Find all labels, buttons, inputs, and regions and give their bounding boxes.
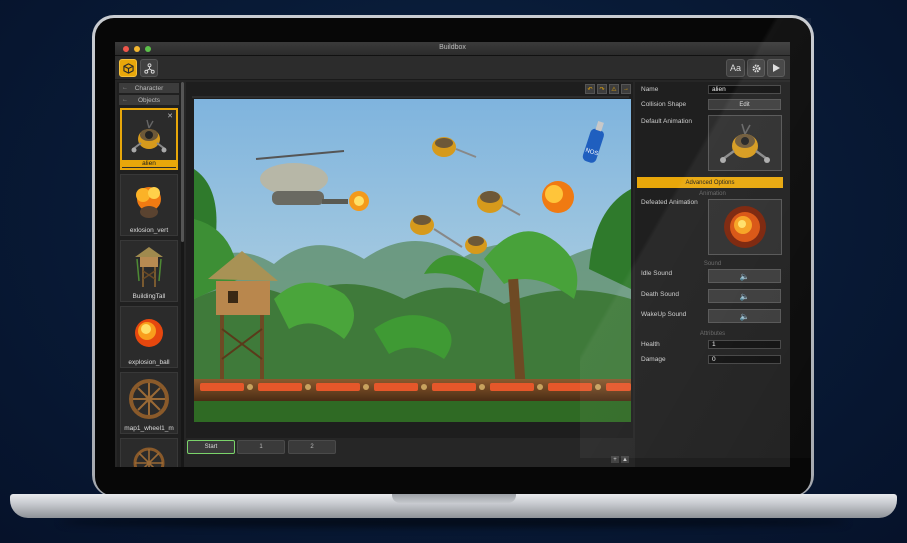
arrow-right-icon[interactable]: → bbox=[621, 84, 631, 94]
tab-character[interactable]: ← Character bbox=[119, 83, 179, 93]
close-icon[interactable]: ✕ bbox=[167, 112, 173, 120]
main-toolbar: Aa bbox=[115, 56, 790, 80]
up-icon[interactable]: ▲ bbox=[621, 456, 629, 463]
asset-item-building-tall[interactable]: BuildingTall bbox=[120, 240, 178, 302]
world-tab-controls: + ▲ bbox=[611, 456, 629, 463]
idle-sound-button[interactable]: 🔈 bbox=[708, 269, 781, 283]
explosion-icon bbox=[123, 177, 175, 224]
defeated-animation-label: Defeated Animation bbox=[641, 199, 698, 206]
asset-item-wheel-2[interactable] bbox=[120, 438, 178, 467]
asset-item-label: exlosion_vert bbox=[129, 227, 169, 234]
alien-robot-icon bbox=[720, 123, 770, 163]
speaker-icon: 🔈 bbox=[739, 311, 750, 321]
attributes-section-header: Attributes bbox=[699, 331, 726, 337]
title-bar: Buildbox bbox=[115, 42, 790, 56]
asset-item-explosion-ball[interactable]: explosion_ball bbox=[120, 306, 178, 368]
animation-section-header: Animation bbox=[699, 191, 726, 197]
warning-icon[interactable]: ⚠ bbox=[609, 84, 619, 94]
asset-item-label: alien bbox=[122, 160, 176, 167]
death-sound-label: Death Sound bbox=[641, 291, 679, 298]
scene-canvas[interactable]: ↶ ↷ ⚠ → NOS bbox=[186, 82, 633, 438]
asset-item-wheel[interactable]: map1_wheel1_m bbox=[120, 372, 178, 434]
explosion-icon bbox=[724, 206, 766, 248]
tab-objects-label: Objects bbox=[137, 96, 161, 104]
plus-icon[interactable]: + bbox=[611, 456, 619, 463]
world-tabs: Start 1 2 + ▲ bbox=[186, 440, 633, 463]
speaker-icon: 🔈 bbox=[739, 271, 750, 281]
world-tab-start[interactable]: Start bbox=[187, 440, 235, 454]
asset-panel: ← Character ← Objects ✕ alien exlosion_v… bbox=[117, 82, 181, 467]
laptop-notch bbox=[392, 494, 516, 503]
asset-item-alien[interactable]: ✕ alien bbox=[120, 108, 178, 170]
edit-collision-button[interactable]: Edit bbox=[708, 99, 781, 110]
tab-character-label: Character bbox=[134, 84, 164, 92]
scrollbar-thumb[interactable] bbox=[181, 82, 184, 242]
properties-panel: Name alien Collision Shape Edit Default … bbox=[635, 82, 790, 467]
asset-item-explosion-vert[interactable]: exlosion_vert bbox=[120, 174, 178, 236]
sound-section-header: Sound bbox=[703, 261, 722, 267]
window-title: Buildbox bbox=[439, 44, 466, 51]
wakeup-sound-label: WakeUp Sound bbox=[641, 311, 687, 318]
laptop-shadow bbox=[60, 517, 847, 527]
tower-icon bbox=[123, 243, 175, 290]
wheel-icon bbox=[123, 441, 175, 467]
collision-shape-label: Collision Shape bbox=[641, 101, 687, 108]
death-sound-button[interactable]: 🔈 bbox=[708, 289, 781, 303]
defeated-animation-preview[interactable] bbox=[708, 199, 782, 255]
rotate-left-icon[interactable]: ↶ bbox=[585, 84, 595, 94]
cube-icon[interactable] bbox=[119, 59, 137, 77]
default-animation-label: Default Animation bbox=[641, 118, 692, 125]
world-tab-2[interactable]: 2 bbox=[288, 440, 336, 454]
canvas-tools: ↶ ↷ ⚠ → bbox=[585, 84, 631, 94]
world-tab-1[interactable]: 1 bbox=[237, 440, 285, 454]
idle-sound-label: Idle Sound bbox=[641, 270, 673, 277]
back-arrow-icon: ← bbox=[122, 85, 128, 91]
wheel-icon bbox=[123, 375, 175, 422]
asset-item-label: explosion_ball bbox=[128, 359, 170, 366]
name-label: Name bbox=[641, 86, 659, 93]
damage-label: Damage bbox=[641, 356, 666, 363]
tab-objects[interactable]: ← Objects bbox=[119, 95, 179, 105]
wakeup-sound-button[interactable]: 🔈 bbox=[708, 309, 781, 323]
damage-field[interactable]: 0 bbox=[708, 355, 781, 364]
asset-item-label: BuildingTall bbox=[132, 293, 166, 300]
gear-icon[interactable] bbox=[747, 59, 765, 77]
explosion-icon bbox=[123, 309, 175, 356]
nodes-icon[interactable] bbox=[140, 59, 158, 77]
back-arrow-icon: ← bbox=[122, 97, 128, 103]
advanced-options-button[interactable]: Advanced Options bbox=[637, 177, 783, 188]
health-field[interactable]: 1 bbox=[708, 340, 781, 349]
font-button[interactable]: Aa bbox=[726, 59, 745, 77]
app-window: Buildbox Aa ← Character ← Objects ✕ alie… bbox=[115, 42, 790, 467]
canvas-ruler bbox=[192, 96, 629, 98]
health-label: Health bbox=[641, 341, 660, 348]
rotate-right-icon[interactable]: ↷ bbox=[597, 84, 607, 94]
default-animation-preview[interactable] bbox=[708, 115, 782, 171]
game-viewport[interactable]: NOS bbox=[194, 99, 631, 422]
asset-scrollbar[interactable] bbox=[181, 82, 184, 467]
asset-item-label: map1_wheel1_m bbox=[124, 425, 174, 432]
play-icon[interactable] bbox=[767, 59, 785, 77]
name-field[interactable]: alien bbox=[708, 85, 781, 94]
speaker-icon: 🔈 bbox=[739, 291, 750, 301]
